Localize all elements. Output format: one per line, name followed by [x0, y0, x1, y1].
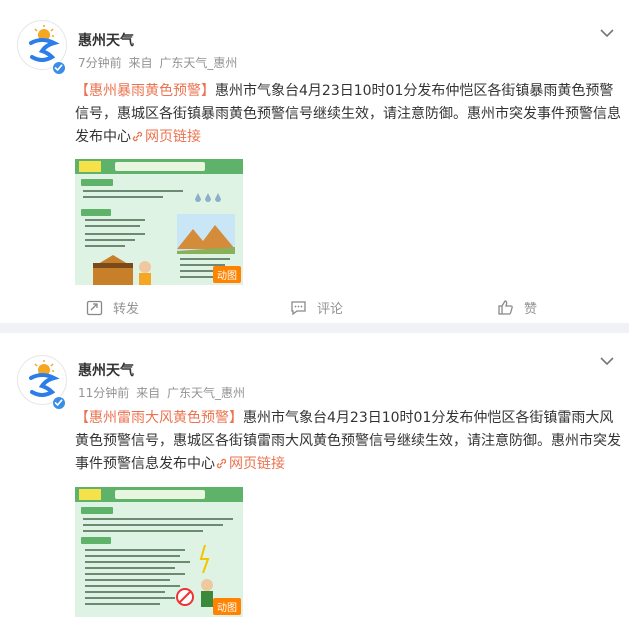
- repost-label: 转发: [113, 302, 140, 317]
- link-icon: [132, 131, 143, 142]
- web-link-label: 网页链接: [229, 456, 285, 472]
- chevron-down-icon[interactable]: [599, 353, 615, 369]
- verified-icon: [52, 396, 66, 410]
- author-name[interactable]: 惠州天气: [78, 360, 134, 380]
- weibo-post-2: 惠州天气 11分钟前 来自 广东天气_惠州 【惠州雷雨大风黄色预警】惠州市气象台…: [0, 333, 629, 623]
- web-link[interactable]: 网页链接: [215, 456, 285, 472]
- chevron-down-icon[interactable]: [599, 25, 615, 41]
- post-meta: 7分钟前 来自 广东天气_惠州: [78, 54, 240, 71]
- weibo-post-1: 惠州天气 7分钟前 来自 广东天气_惠州 【惠州暴雨黄色预警】惠州市气象台4月2…: [0, 0, 629, 323]
- post-tag[interactable]: 【惠州暴雨黄色预警】: [75, 83, 215, 99]
- comment-button[interactable]: 评论: [290, 298, 343, 317]
- source-prefix: 来自: [136, 386, 161, 400]
- post-tag[interactable]: 【惠州雷雨大风黄色预警】: [75, 410, 243, 426]
- gif-badge: 动图: [213, 598, 241, 615]
- post-actions: 转发 评论 赞: [0, 294, 629, 320]
- verified-icon: [52, 61, 66, 75]
- author-name[interactable]: 惠州天气: [78, 30, 134, 50]
- post-time[interactable]: 7分钟前: [78, 56, 122, 70]
- like-label: 赞: [524, 302, 538, 317]
- post-text: 【惠州暴雨黄色预警】惠州市气象台4月23日10时01分发布仲恺区各街镇暴雨黄色预…: [75, 80, 621, 149]
- comment-label: 评论: [317, 302, 344, 317]
- link-icon: [216, 458, 227, 469]
- like-button[interactable]: 赞: [497, 298, 537, 317]
- post-time[interactable]: 11分钟前: [78, 386, 129, 400]
- post-source[interactable]: 广东天气_惠州: [167, 386, 245, 400]
- web-link-label: 网页链接: [145, 129, 201, 145]
- post-image[interactable]: 动图: [75, 159, 243, 285]
- post-image[interactable]: 动图: [75, 487, 243, 617]
- post-text: 【惠州雷雨大风黄色预警】惠州市气象台4月23日10时01分发布仲恺区各街镇雷雨大…: [75, 407, 621, 476]
- web-link[interactable]: 网页链接: [131, 129, 201, 145]
- like-icon: [498, 300, 513, 315]
- post-meta: 11分钟前 来自 广东天气_惠州: [78, 384, 248, 401]
- repost-button[interactable]: 转发: [86, 298, 139, 317]
- source-prefix: 来自: [128, 56, 153, 70]
- post-source[interactable]: 广东天气_惠州: [159, 56, 237, 70]
- gif-badge: 动图: [213, 266, 241, 283]
- repost-icon: [86, 300, 103, 316]
- comment-icon: [291, 301, 306, 316]
